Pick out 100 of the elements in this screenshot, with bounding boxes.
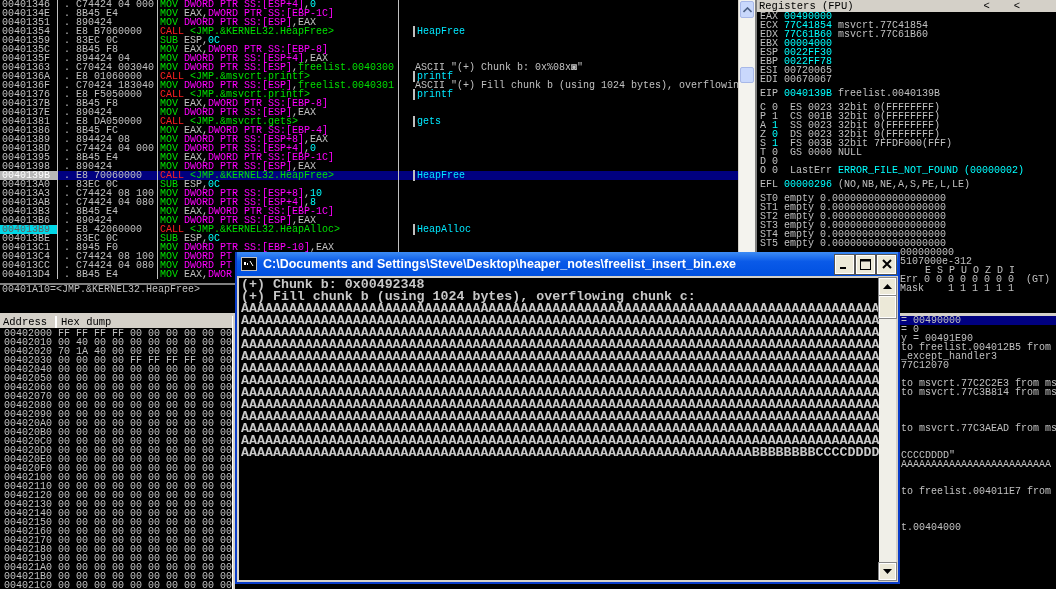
stack-entry[interactable]: to msvcrt.77C2C2E3 from ms bbox=[900, 379, 1056, 388]
address-text: 00402160 bbox=[4, 527, 53, 536]
comment-text: printf bbox=[413, 89, 453, 100]
hex-bytes: C70424 183040 bbox=[76, 80, 154, 91]
stack-entry[interactable]: AAAAAAAAAAAAAAAAAAAAAAAAA bbox=[900, 460, 1056, 469]
hex-bytes: 00 00 00 00 00 00 00 00 00 00 bbox=[58, 491, 232, 500]
address-text: 004013BE bbox=[0, 234, 58, 243]
address-text: 00401351 bbox=[0, 18, 58, 27]
close-button[interactable] bbox=[877, 254, 896, 274]
minimize-button[interactable] bbox=[835, 254, 854, 274]
scroll-down-button[interactable] bbox=[879, 563, 896, 580]
comment-text: HeapFree bbox=[413, 170, 465, 181]
fpu-tag: empty bbox=[784, 212, 820, 221]
stack-entry[interactable]: to msvcrt.77C3B814 from ms bbox=[900, 388, 1056, 397]
hex-bytes: 00 00 00 00 00 00 00 00 00 00 bbox=[58, 464, 232, 473]
hex-bytes: FF FF FF FF 00 00 00 00 00 00 bbox=[58, 329, 232, 338]
address-text: 004020E0 bbox=[4, 455, 53, 464]
jump-marker: . bbox=[64, 242, 70, 253]
instruction-text: MOV DWORD PTR SS:[EBP-10],EAX bbox=[160, 242, 335, 253]
console-line: AAAAAAAAAAAAAAAAAAAAAAAAAAAAAAAAAAAAAAAAAAAAAAAAAAAAAAAAAAAAAAAAAAAAAAAAAAAAAAAA bbox=[241, 399, 880, 411]
stack-entry[interactable]: _except_handler3 bbox=[900, 352, 1056, 361]
scroll-thumb[interactable] bbox=[740, 67, 754, 83]
flag-name: O bbox=[760, 166, 767, 175]
address-text: 0040138D bbox=[0, 144, 58, 153]
stack-entry[interactable]: CCCCDDDD" bbox=[900, 451, 1056, 460]
stack-entry[interactable]: to freelist.004011E7 from bbox=[900, 487, 1056, 496]
scroll-up-icon[interactable] bbox=[742, 6, 752, 13]
hex-bytes: 00 00 00 00 00 00 00 00 00 00 bbox=[58, 428, 232, 437]
address-text: 0040134E bbox=[0, 9, 58, 18]
maximize-button[interactable] bbox=[856, 254, 875, 274]
hex-bytes: 00 00 00 00 00 00 00 00 00 00 bbox=[58, 365, 232, 374]
stack-entry[interactable]: t.00404000 bbox=[900, 523, 1056, 532]
title-bar[interactable]: C:\Documents and Settings\Steve\Desktop\heaper_notes\freelist_insert_bin.exe bbox=[237, 252, 898, 276]
scroll-down-icon bbox=[883, 569, 893, 574]
hex-bytes: 00 00 00 00 00 00 00 00 00 00 bbox=[58, 500, 232, 509]
segment-register: ES 0023 32bit 0(FFFFFFFF) bbox=[790, 103, 941, 112]
flag-name: D bbox=[760, 157, 767, 166]
address-text: 00402150 bbox=[4, 518, 53, 527]
jump-marker: . bbox=[64, 98, 70, 109]
comment-text: HeapAlloc bbox=[413, 224, 471, 235]
jump-marker: . bbox=[64, 125, 70, 136]
hex-bytes: 00 00 00 00 00 00 00 00 00 00 bbox=[58, 374, 232, 383]
collapse-arrow[interactable]: < bbox=[1013, 0, 1021, 12]
address-text: 00402110 bbox=[4, 482, 53, 491]
collapse-arrow[interactable]: < bbox=[983, 0, 990, 12]
panel-title: Registers (FPU) bbox=[759, 0, 854, 12]
stack-entry[interactable]: 77C12070 bbox=[900, 361, 1056, 370]
address-text: 00402080 bbox=[4, 401, 53, 410]
address-text: 004020B0 bbox=[4, 428, 53, 437]
console-line: AAAAAAAAAAAAAAAAAAAAAAAAAAAAAAAAAAAAAAAAAAAAAAAAAAAAAAAAAAAAAAAAAAAAAAAAAAAAAAAA bbox=[241, 315, 880, 327]
register-name: ST0 bbox=[760, 194, 779, 203]
jump-marker: . bbox=[64, 260, 70, 271]
instruction-text: CALL <JMP.&KERNEL32.HeapAlloc> bbox=[160, 224, 341, 235]
hex-bytes: 00 00 00 00 00 00 00 00 00 00 bbox=[58, 401, 232, 410]
scroll-up-button[interactable] bbox=[879, 278, 896, 295]
hex-bytes: C70424 003040 bbox=[76, 62, 154, 73]
console-line: AAAAAAAAAAAAAAAAAAAAAAAAAAAAAAAAAAAAAAAAAAAAAAAAAAAAAAAAAAAAAAAAAAAAAAAAAAAAAAAA bbox=[241, 387, 880, 399]
hex-bytes: 00 00 00 00 00 00 00 00 00 00 bbox=[58, 509, 232, 518]
jump-marker: . bbox=[64, 188, 70, 199]
address-text: 00402040 bbox=[4, 365, 53, 374]
stack-entry[interactable]: = 00490000 bbox=[900, 316, 1056, 325]
register-name: ST2 bbox=[760, 212, 779, 221]
jump-marker: . bbox=[64, 107, 70, 118]
register-name: EBX bbox=[760, 39, 779, 48]
jump-marker: . bbox=[64, 170, 70, 181]
instruction-text: MOV DWORD PTR SS:[ESP+8],EAX bbox=[160, 134, 329, 145]
window-title: C:\Documents and Settings\Steve\Desktop\heaper_notes\freelist_insert_bin.exe bbox=[263, 257, 737, 271]
register-comment: freelist.0040139B bbox=[838, 89, 941, 98]
register-name: ST5 bbox=[760, 239, 779, 248]
fpu-tag: empty bbox=[784, 194, 820, 203]
scrollbar[interactable] bbox=[738, 0, 755, 252]
jump-marker: . bbox=[64, 269, 70, 280]
flags-decoded: (NO,NB,NE,A,S,PE,L,LE) bbox=[838, 180, 971, 189]
column-header[interactable]: Hex dump bbox=[57, 316, 112, 328]
jump-marker: . bbox=[64, 224, 70, 235]
address-text: 004021C0 bbox=[4, 581, 53, 589]
hex-bytes: 894424 08 bbox=[76, 134, 130, 145]
flag-value: 0 bbox=[772, 157, 779, 166]
hex-bytes: 8945 F0 bbox=[76, 242, 118, 253]
instruction-text: SUB ESP,0C bbox=[160, 35, 221, 46]
register-value: 00720065 bbox=[784, 66, 833, 75]
hex-bytes: 00 00 00 00 FF FF FF FF 00 00 bbox=[58, 356, 232, 365]
stack-entry[interactable]: to msvcrt.77C3AEAD from ms bbox=[900, 424, 1056, 433]
scrollbar[interactable] bbox=[879, 278, 896, 580]
register-name: EIP bbox=[760, 89, 779, 98]
comment-text: HeapFree bbox=[413, 26, 465, 37]
stack-entry[interactable]: = 0 bbox=[900, 325, 1056, 334]
console-line: (+) Fill chunk b (using 1024 bytes), overflowing chunk c: bbox=[241, 291, 696, 303]
flag-value: 0 bbox=[772, 148, 779, 157]
jump-marker: . bbox=[64, 0, 70, 10]
jump-marker: . bbox=[64, 215, 70, 226]
stack-entry[interactable]: y = 00491E90 bbox=[900, 334, 1056, 343]
instruction-text: MOV DWORD PTR SS:[ESP],EAX bbox=[160, 107, 317, 118]
stack-entry[interactable]: to freelist.004012B5 from bbox=[900, 343, 1056, 352]
minimize-icon bbox=[840, 266, 846, 269]
register-name: ESP bbox=[760, 48, 779, 57]
column-header[interactable]: Address bbox=[0, 316, 57, 328]
flag-value: 1 bbox=[772, 139, 779, 148]
address-text: 00402140 bbox=[4, 509, 53, 518]
hex-bytes: 8B45 E4 bbox=[76, 269, 118, 280]
